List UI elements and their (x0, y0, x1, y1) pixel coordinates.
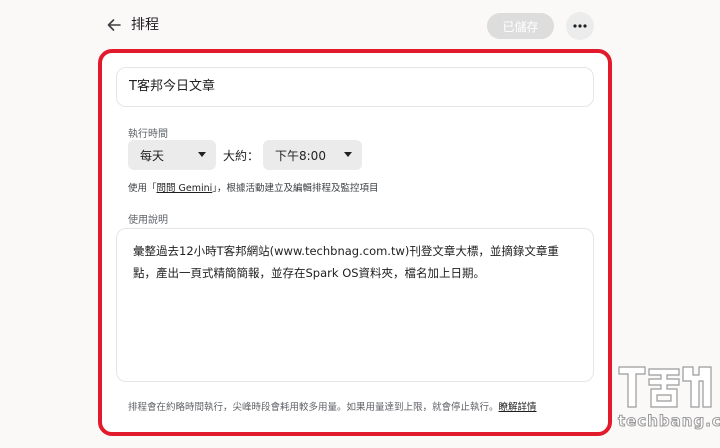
caret-down-icon (344, 152, 352, 157)
watermark-domain: techbang.com (618, 412, 720, 431)
top-bar: 排程 已儲存 (0, 0, 720, 50)
footer-note: 排程會在約略時間執行，尖峰時段會耗用較多用量。如果用量達到上限，就會停止執行。瞭… (128, 399, 537, 413)
gemini-hint: 使用「問問 Gemini」，根據活動建立及編輯排程及監控項目 (128, 180, 379, 194)
frequency-value: 每天 (140, 148, 165, 163)
about-label: 大約： (223, 149, 260, 163)
back-button[interactable] (103, 14, 125, 36)
description-label: 使用說明 (128, 215, 168, 226)
frequency-select[interactable]: 每天 (128, 140, 216, 170)
highlight-frame: T客邦今日文章 執行時間 每天 大約： 下午8:00 使用「問問 Gemini」… (98, 49, 612, 436)
description-textarea[interactable]: 彙整過去12小時T客邦網站(www.techbnag.com.tw)刊登文章大標… (116, 228, 594, 382)
hint-prefix: 使用「 (128, 183, 157, 194)
time-label: 執行時間 (128, 129, 168, 140)
more-horizontal-icon (573, 24, 587, 28)
arrow-left-icon (107, 19, 121, 31)
learn-more-link[interactable]: 瞭解詳情 (499, 402, 537, 413)
ask-gemini-link[interactable]: 問問 Gemini (157, 183, 213, 194)
time-value: 下午8:00 (275, 148, 326, 163)
schedule-page: 排程 已儲存 T客邦今日文章 執行時間 每天 大約： 下午8:00 使用「問問 … (0, 0, 720, 448)
saved-button[interactable]: 已儲存 (487, 13, 554, 39)
hint-suffix: 」，根據活動建立及編輯排程及監控項目 (212, 183, 379, 194)
schedule-name-input[interactable]: T客邦今日文章 (116, 67, 594, 107)
footer-text: 排程會在約略時間執行，尖峰時段會耗用較多用量。如果用量達到上限，就會停止執行。 (128, 402, 499, 413)
techbang-logo-watermark (618, 366, 712, 408)
more-options-button[interactable] (566, 12, 594, 40)
caret-down-icon (198, 152, 206, 157)
time-select[interactable]: 下午8:00 (263, 140, 362, 170)
page-title: 排程 (131, 17, 159, 33)
